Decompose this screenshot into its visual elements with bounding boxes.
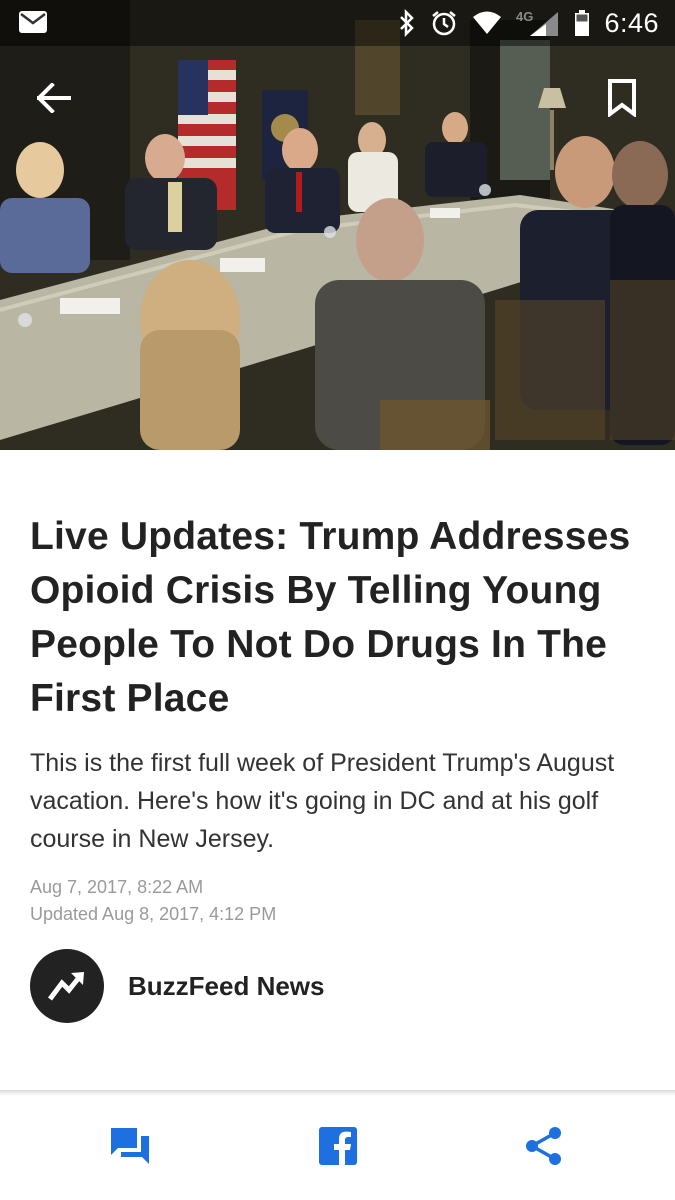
article-dek: This is the first full week of President… (30, 749, 615, 853)
facebook-share-button[interactable] (310, 1122, 366, 1170)
article-meta: Aug 7, 2017, 8:22 AM Updated Aug 8, 2017… (30, 874, 645, 928)
battery-icon (574, 9, 590, 37)
avatar (30, 949, 104, 1023)
alarm-icon (430, 9, 458, 37)
share-button[interactable] (516, 1122, 572, 1170)
arrow-back-icon (37, 83, 71, 113)
bookmark-button[interactable] (598, 74, 646, 122)
published-date: Aug 7, 2017, 8:22 AM (30, 877, 204, 897)
hero-image (0, 0, 675, 450)
author-byline[interactable]: BuzzFeed News (30, 948, 325, 1024)
updated-date: Updated Aug 8, 2017, 4:12 PM (30, 904, 277, 924)
status-time: 6:46 (604, 7, 659, 38)
status-bar: 4G 6:46 (0, 0, 675, 46)
facebook-icon (319, 1127, 357, 1165)
author-name[interactable]: BuzzFeed News (128, 971, 325, 1002)
mail-icon (18, 9, 48, 35)
article-headline: Live Updates: Trump Addresses Opioid Cri… (30, 515, 631, 720)
share-icon (524, 1126, 564, 1166)
signal-icon: 4G (516, 8, 560, 38)
wifi-icon (472, 11, 502, 35)
trending-arrow-icon (47, 969, 87, 1003)
action-bar (0, 1096, 675, 1200)
comments-icon (109, 1126, 151, 1166)
meeting-photo (0, 0, 675, 450)
article-body: Live Updates: Trump Addresses Opioid Cri… (30, 510, 645, 928)
comments-button[interactable] (102, 1122, 158, 1170)
bluetooth-icon (398, 9, 416, 37)
bookmark-icon (607, 79, 637, 117)
back-button[interactable] (30, 74, 78, 122)
network-label: 4G (516, 9, 533, 24)
